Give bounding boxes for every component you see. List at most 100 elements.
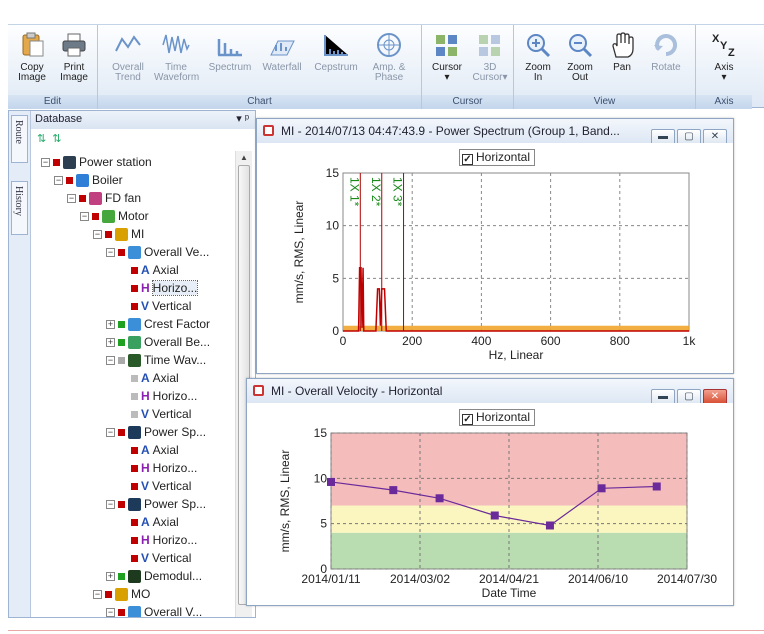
- history-tab[interactable]: History: [11, 181, 28, 235]
- tree-node[interactable]: + Demodul...: [106, 567, 202, 585]
- close-button[interactable]: ✕: [703, 389, 727, 403]
- expand-toggle-icon[interactable]: −: [93, 230, 102, 240]
- status-indicator: [131, 447, 138, 455]
- tree-node-label: FD fan: [105, 191, 142, 205]
- tree-node[interactable]: − Overall V...: [106, 603, 202, 617]
- tree-node[interactable]: H Horizo...: [131, 387, 197, 405]
- tree-node[interactable]: H Horizo...: [131, 531, 197, 549]
- pin-icon[interactable]: ▾ ᵖ: [236, 111, 249, 128]
- waterfall-button[interactable]: Waterfall: [258, 31, 306, 73]
- 3d-cursor-label-2: Cursor▾: [472, 72, 508, 83]
- tree-node[interactable]: − MO: [93, 585, 150, 603]
- tree-node[interactable]: H Horizo...: [131, 459, 197, 477]
- zoom-out-button[interactable]: Zoom Out: [562, 31, 598, 83]
- scroll-up-icon[interactable]: ▲: [240, 153, 248, 162]
- tree-node[interactable]: − Boiler: [54, 171, 123, 189]
- tree-node[interactable]: A Axial: [131, 261, 179, 279]
- status-indicator: [131, 375, 138, 383]
- rotate-icon: [652, 31, 680, 59]
- tree-node[interactable]: − MI: [93, 225, 144, 243]
- tree-node[interactable]: A Axial: [131, 369, 179, 387]
- tree-node[interactable]: − Motor: [80, 207, 149, 225]
- tree-node[interactable]: H Horizo...: [131, 279, 199, 297]
- overall-trend-button[interactable]: Overall Trend: [108, 31, 148, 83]
- cursor-dropdown-button[interactable]: Cursor ▾: [428, 31, 466, 83]
- tree-node[interactable]: + Crest Factor: [106, 315, 210, 333]
- time-waveform-button[interactable]: Time Waveform: [154, 31, 200, 83]
- copy-image-button[interactable]: Copy Image: [14, 31, 50, 83]
- polar-icon: [375, 31, 403, 59]
- tree-node[interactable]: − Time Wav...: [106, 351, 206, 369]
- tree-node[interactable]: V Vertical: [131, 549, 191, 567]
- close-button[interactable]: ✕: [703, 129, 727, 143]
- cepstrum-button[interactable]: Cepstrum: [310, 31, 362, 73]
- expand-toggle-icon[interactable]: −: [41, 158, 50, 168]
- tree-node[interactable]: − Overall Ve...: [106, 243, 209, 261]
- y-tick-label: 10: [326, 219, 340, 233]
- ribbon-toolbar: Copy Image Print Image Edit Overall Tren…: [8, 24, 764, 109]
- minimize-button[interactable]: ▬: [651, 129, 675, 143]
- node-type-icon: [128, 318, 141, 332]
- status-indicator: [118, 429, 125, 437]
- amp-phase-button[interactable]: Amp. & Phase: [364, 31, 414, 83]
- print-image-button[interactable]: Print Image: [56, 31, 92, 83]
- tree-node[interactable]: − Power Sp...: [106, 423, 206, 441]
- spectrum-button[interactable]: Spectrum: [206, 31, 254, 73]
- rotate-button[interactable]: Rotate: [646, 31, 686, 73]
- trend-window-titlebar[interactable]: MI - Overall Velocity - Horizontal ▬ ▢ ✕: [247, 379, 733, 403]
- trend-window-title: MI - Overall Velocity - Horizontal: [271, 384, 443, 398]
- sort-ascending-icon[interactable]: ⇅: [37, 133, 46, 145]
- status-indicator: [66, 177, 73, 185]
- spectrum-window-titlebar[interactable]: MI - 2014/07/13 04:47:43.9 - Power Spect…: [257, 119, 733, 143]
- expand-toggle-icon[interactable]: −: [67, 194, 76, 204]
- tree-node[interactable]: − FD fan: [67, 189, 141, 207]
- amp-phase-label-2: Phase: [374, 72, 404, 83]
- ribbon-group-label-view: View: [514, 95, 695, 109]
- ribbon-group-chart: Overall Trend Time Waveform Spectrum Wat…: [98, 25, 422, 109]
- channel-letter-icon: V: [141, 407, 150, 421]
- expand-toggle-icon[interactable]: −: [106, 248, 115, 258]
- tree-node[interactable]: − Power station: [41, 153, 152, 171]
- x-tick-label: 200: [402, 334, 422, 348]
- database-toolbar: ⇅ ⇅: [31, 129, 255, 149]
- tree-node-label: Vertical: [152, 479, 192, 493]
- cursor-label: 1X 2*: [369, 177, 383, 207]
- expand-toggle-icon[interactable]: −: [54, 176, 63, 186]
- expand-toggle-icon[interactable]: −: [106, 356, 115, 366]
- tree-node[interactable]: V Vertical: [131, 405, 191, 423]
- expand-toggle-icon[interactable]: +: [106, 572, 115, 582]
- cepstrum-icon: [322, 31, 350, 59]
- svg-text:X: X: [712, 33, 720, 45]
- status-indicator: [118, 321, 125, 329]
- expand-toggle-icon[interactable]: +: [106, 320, 115, 330]
- sort-descending-icon[interactable]: ⇅: [52, 133, 61, 145]
- expand-toggle-icon[interactable]: +: [106, 338, 115, 348]
- minimize-button[interactable]: ▬: [651, 389, 675, 403]
- route-tab[interactable]: Route: [11, 115, 28, 163]
- tree-node-label: Axial: [152, 443, 179, 457]
- cursor-grid-icon: [433, 31, 461, 59]
- tree-node[interactable]: A Axial: [131, 441, 179, 459]
- expand-toggle-icon[interactable]: −: [93, 590, 102, 600]
- time-waveform-label-2: Waveform: [154, 72, 200, 83]
- tree-node[interactable]: − Power Sp...: [106, 495, 206, 513]
- expand-toggle-icon[interactable]: −: [106, 428, 115, 438]
- tree-node[interactable]: + Overall Be...: [106, 333, 210, 351]
- 3d-cursor-dropdown-button[interactable]: 3D Cursor▾: [470, 31, 510, 83]
- status-indicator: [118, 573, 125, 581]
- maximize-button[interactable]: ▢: [677, 389, 701, 403]
- zoom-in-button[interactable]: Zoom In: [520, 31, 556, 83]
- maximize-button[interactable]: ▢: [677, 129, 701, 143]
- node-type-icon: [128, 246, 141, 260]
- tree-node[interactable]: V Vertical: [131, 297, 191, 315]
- axis-dropdown-button[interactable]: XYZ Axis ▾: [704, 31, 744, 83]
- expand-toggle-icon[interactable]: −: [80, 212, 89, 222]
- expand-toggle-icon[interactable]: −: [106, 608, 115, 617]
- expand-toggle-icon[interactable]: −: [106, 500, 115, 510]
- tree-node[interactable]: V Vertical: [131, 477, 191, 495]
- database-header: Database ▾ ᵖ: [31, 111, 255, 129]
- y-tick-label: 0: [320, 562, 327, 576]
- tree-node[interactable]: A Axial: [131, 513, 179, 531]
- pan-button[interactable]: Pan: [606, 31, 638, 73]
- tree-node-label: Overall Ve...: [144, 245, 210, 259]
